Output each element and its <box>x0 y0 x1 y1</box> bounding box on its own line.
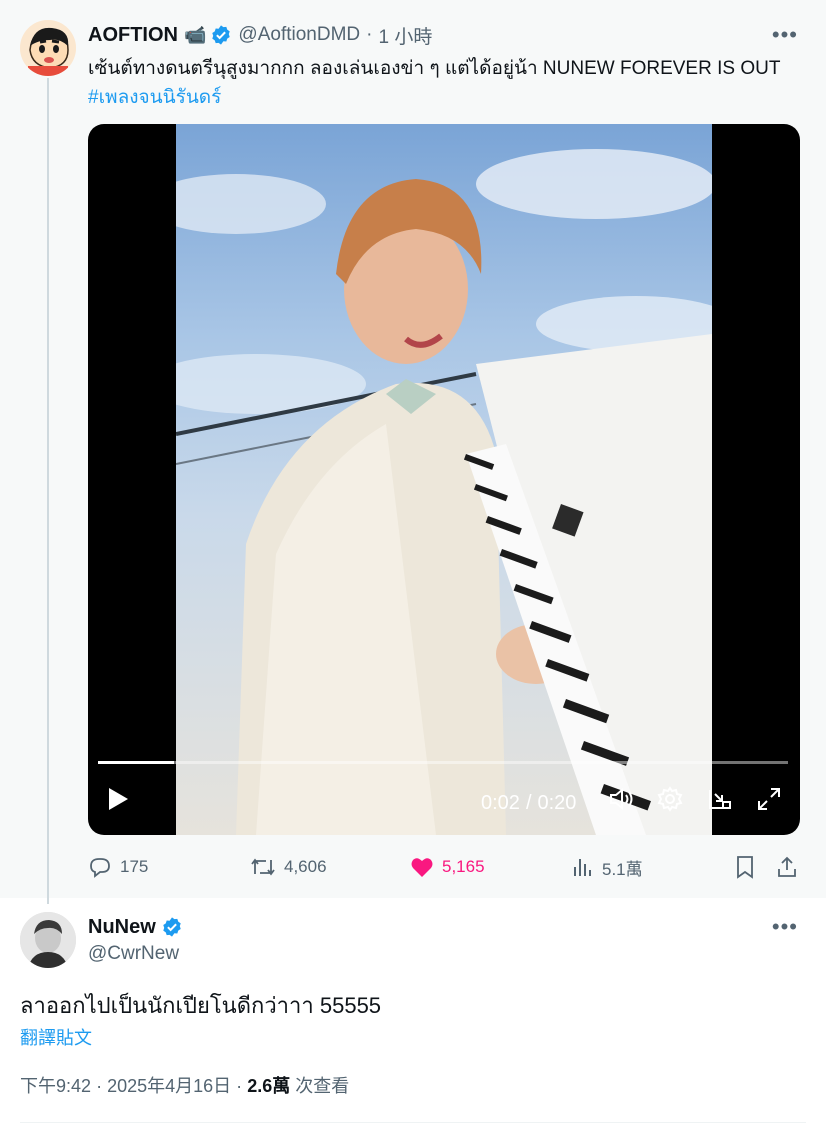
share-button[interactable] <box>776 850 806 884</box>
parent-tweet[interactable]: AOFTION 📹 @AoftionDMD · 1 小時 ••• เซ้นต์ท… <box>0 0 826 904</box>
author-name[interactable]: NuNew <box>88 916 156 939</box>
author-handle[interactable]: @AoftionDMD <box>238 24 360 46</box>
volume-icon[interactable] <box>608 786 636 818</box>
verified-badge-icon <box>212 25 231 45</box>
video-frame <box>176 124 712 835</box>
parent-tweet-header: AOFTION 📹 @AoftionDMD · 1 小時 <box>88 22 432 48</box>
avatar[interactable] <box>20 912 76 968</box>
bookmark-button[interactable] <box>734 850 764 884</box>
author-handle[interactable]: @CwrNew <box>88 942 179 966</box>
tweet-text: ลาออกไปเป็นนักเปียโนดีกว่าาา 55555 <box>20 993 382 1018</box>
divider <box>20 1122 806 1123</box>
repost-button[interactable]: 4,606 <box>250 850 327 884</box>
separator-dot: · <box>366 24 373 45</box>
like-button[interactable]: 5,165 <box>410 850 485 884</box>
thread-connector-line <box>47 78 49 904</box>
author-name[interactable]: AOFTION <box>88 24 178 47</box>
verified-badge-icon <box>163 917 181 937</box>
views-count: 5.1萬 <box>602 859 643 879</box>
video-still-image <box>176 149 712 835</box>
video-progress-fill <box>98 761 174 764</box>
repost-icon <box>251 858 275 876</box>
hashtag-link[interactable]: #เพลงจนนิรันดร์ <box>88 83 808 112</box>
share-icon <box>778 856 796 877</box>
current-time: 0:02 <box>481 792 520 814</box>
camera-emoji: 📹 <box>184 24 207 45</box>
more-icon[interactable]: ••• <box>772 22 798 48</box>
views-label: 次查看 <box>295 1076 350 1096</box>
video-timestamp: 0:02 / 0:20 <box>481 792 576 815</box>
tweet-body: เซ้นต์ทางดนตรีนุสูงมากกก ลองเล่นเองข่า ๆ… <box>88 58 781 79</box>
play-icon[interactable] <box>106 786 130 818</box>
time-separator: / <box>525 792 532 814</box>
reply-icon <box>90 858 110 878</box>
profile-photo-image <box>20 912 76 968</box>
tweet-text: เซ้นต์ทางดนตรีนุสูงมากกก ลองเล่นเองข่า ๆ… <box>88 54 808 112</box>
like-count: 5,165 <box>442 857 485 876</box>
separator-dot: · <box>96 1076 103 1096</box>
post-time[interactable]: 1 小時 <box>378 22 432 49</box>
repost-count: 4,606 <box>284 857 327 876</box>
fullscreen-icon[interactable] <box>756 786 782 818</box>
views-count: 2.6萬 <box>247 1076 291 1096</box>
main-tweet-name-row: NuNew <box>88 914 183 940</box>
cartoon-avatar-image <box>20 20 76 76</box>
post-time[interactable]: 下午9:42 <box>20 1076 91 1096</box>
reply-count: 175 <box>120 857 149 876</box>
more-icon[interactable]: ••• <box>772 914 798 940</box>
avatar[interactable] <box>20 20 76 76</box>
video-progress-bar[interactable] <box>98 761 788 764</box>
like-icon <box>411 858 433 877</box>
video-player[interactable]: 0:02 / 0:20 <box>88 124 800 835</box>
views-button[interactable]: 5.1萬 <box>572 850 643 884</box>
separator-dot: · <box>236 1076 243 1096</box>
tweet-meta: 下午9:42 · 2025年4月16日 · 2.6萬 次查看 <box>20 1072 349 1098</box>
post-date[interactable]: 2025年4月16日 <box>107 1076 231 1096</box>
settings-icon[interactable] <box>657 786 683 818</box>
translate-post-link[interactable]: 翻譯貼文 <box>20 1024 92 1050</box>
bookmark-icon <box>737 856 753 879</box>
reply-button[interactable]: 175 <box>88 850 148 884</box>
pip-icon[interactable] <box>707 786 733 818</box>
tweet-actions: 175 4,606 5,165 5.1萬 <box>88 850 800 884</box>
duration: 0:20 <box>537 792 577 814</box>
views-icon <box>574 859 591 876</box>
